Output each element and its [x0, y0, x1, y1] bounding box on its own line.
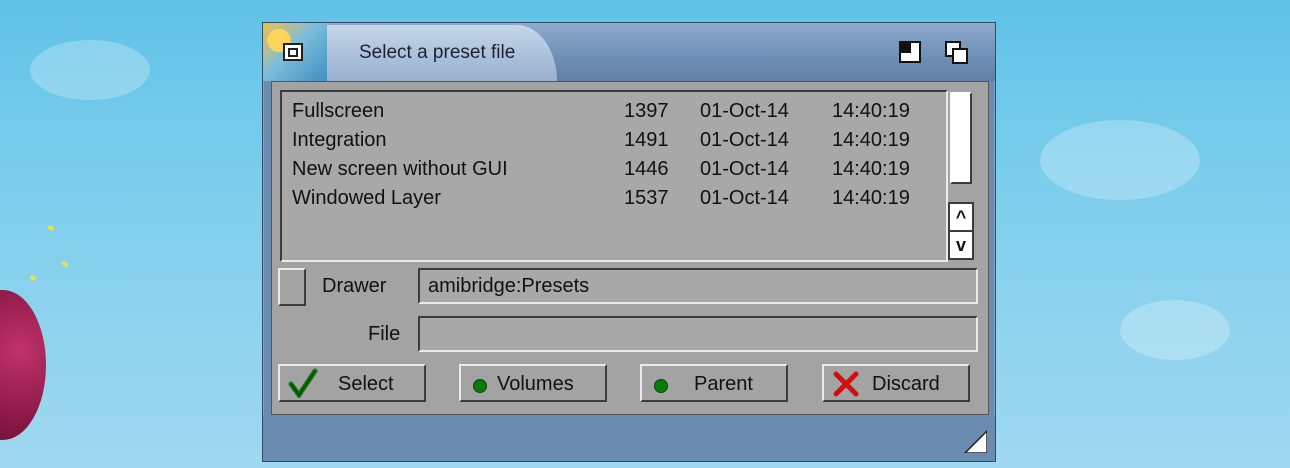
file-size: 1397 [624, 100, 669, 122]
drawer-checkbox[interactable] [278, 268, 306, 306]
file-time: 14:40:19 [832, 187, 910, 209]
scrollbar-thumb[interactable] [950, 92, 972, 184]
file-requester-window: Select a preset file Fullscreen 1397 01-… [262, 22, 996, 462]
file-label: File [368, 323, 401, 345]
file-list[interactable]: Fullscreen 1397 01-Oct-14 14:40:19 Integ… [280, 90, 948, 262]
window-bottom-bar [263, 415, 995, 461]
file-name: Windowed Layer [292, 187, 441, 209]
volumes-label: Volumes [497, 373, 574, 395]
zoom-icon[interactable] [899, 41, 921, 63]
wallpaper-spot [1120, 300, 1230, 360]
volumes-dot-icon [473, 379, 487, 393]
volumes-button[interactable]: Volumes [459, 364, 607, 402]
file-name: Fullscreen [292, 100, 385, 122]
confetti [61, 260, 69, 268]
resize-icon[interactable] [963, 429, 987, 453]
discard-button[interactable]: Discard [822, 364, 970, 402]
title-bar[interactable]: Select a preset file [263, 23, 995, 81]
file-size: 1537 [624, 187, 669, 209]
requester-panel: Fullscreen 1397 01-Oct-14 14:40:19 Integ… [271, 81, 989, 415]
file-time: 14:40:19 [832, 100, 910, 122]
select-label: Select [338, 373, 394, 395]
file-time: 14:40:19 [832, 158, 910, 180]
window-title: Select a preset file [359, 42, 516, 63]
parent-button[interactable]: Parent [640, 364, 788, 402]
file-name: Integration [292, 129, 387, 151]
drawer-label: Drawer [322, 275, 387, 297]
file-name: New screen without GUI [292, 158, 508, 180]
file-field[interactable] [418, 316, 978, 352]
discard-label: Discard [872, 373, 940, 395]
depth-icon[interactable] [945, 41, 969, 65]
wallpaper-spot [30, 40, 150, 100]
file-date: 01-Oct-14 [700, 158, 789, 180]
checkmark-icon [288, 368, 318, 398]
close-gadget[interactable] [263, 23, 327, 81]
close-icon [283, 43, 303, 61]
x-icon [833, 371, 859, 397]
file-date: 01-Oct-14 [700, 187, 789, 209]
file-time: 14:40:19 [832, 129, 910, 151]
scroll-down-button[interactable]: v [948, 230, 974, 260]
parent-dot-icon [654, 379, 668, 393]
scroll-up-button[interactable]: ^ [948, 202, 974, 232]
drawer-field[interactable]: amibridge:Presets [418, 268, 978, 304]
scrollbar[interactable]: ^ v [948, 90, 974, 260]
file-size: 1491 [624, 129, 669, 151]
confetti [29, 274, 37, 282]
file-size: 1446 [624, 158, 669, 180]
select-button[interactable]: Select [278, 364, 426, 402]
confetti [47, 224, 55, 232]
wallpaper-spot [1040, 120, 1200, 200]
balloon-graphic [0, 290, 46, 440]
file-date: 01-Oct-14 [700, 129, 789, 151]
file-date: 01-Oct-14 [700, 100, 789, 122]
parent-label: Parent [694, 373, 753, 395]
